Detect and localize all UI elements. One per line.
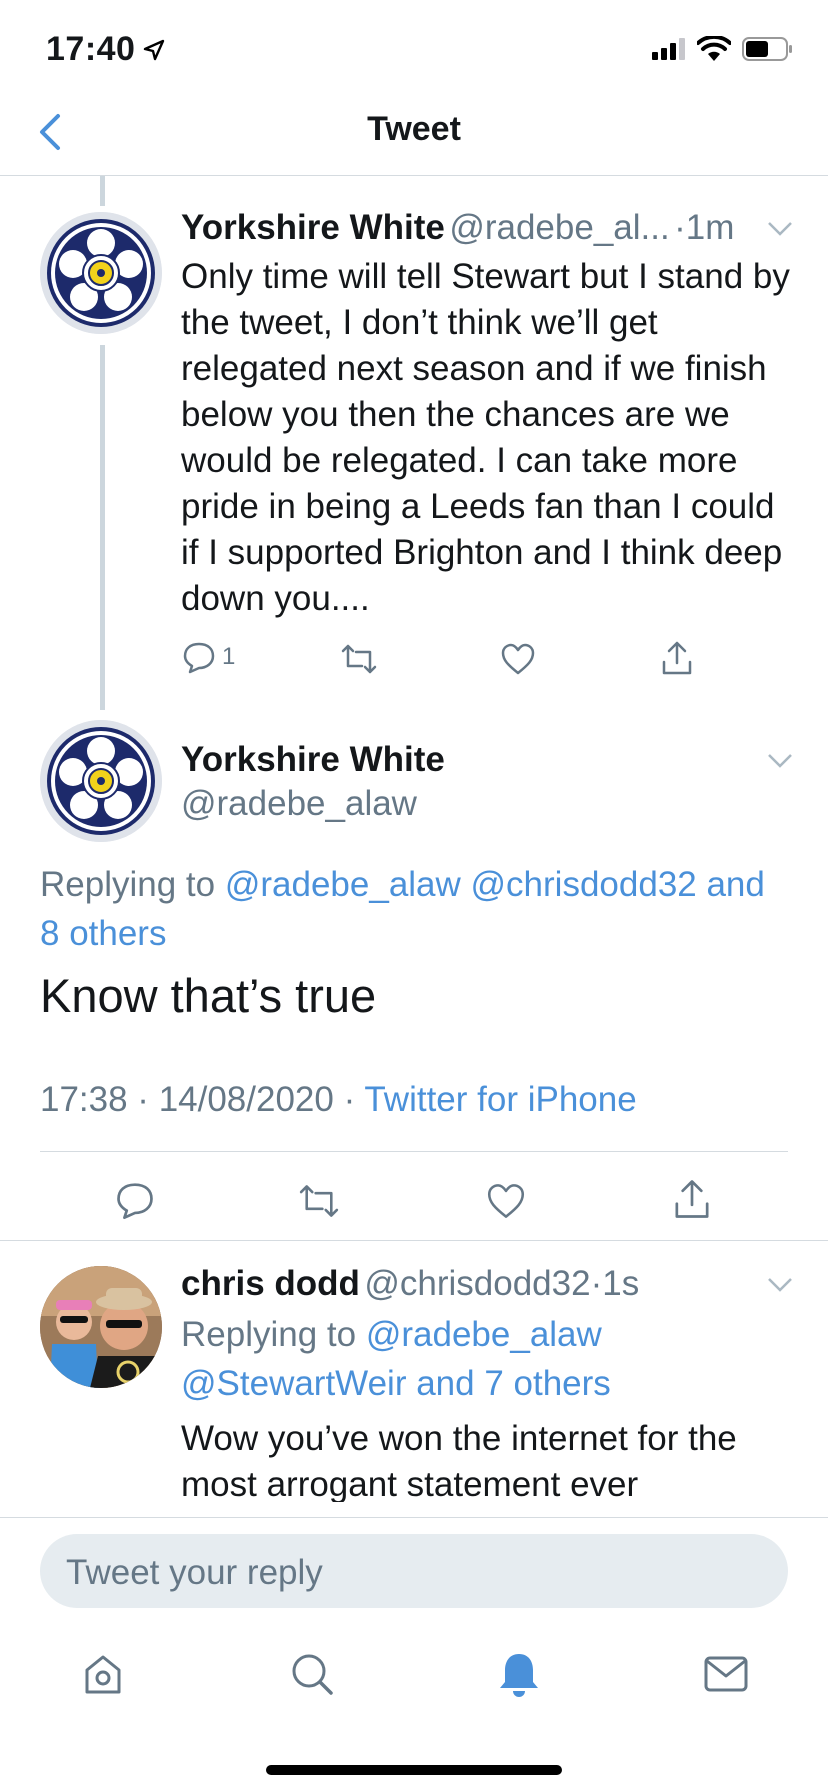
leeds-crest-icon bbox=[40, 720, 162, 842]
status-time-text: 17:40 bbox=[46, 30, 136, 68]
home-icon[interactable] bbox=[82, 1652, 124, 1696]
search-icon[interactable] bbox=[290, 1652, 334, 1696]
author-name[interactable]: chris dodd bbox=[181, 1264, 360, 1303]
tweet-timestamp: 17:38 · 14/08/2020 · bbox=[40, 1080, 356, 1119]
leeds-crest-icon bbox=[40, 212, 162, 334]
location-arrow-icon bbox=[144, 39, 165, 60]
messages-icon[interactable] bbox=[704, 1656, 748, 1692]
signal-icon bbox=[652, 38, 685, 60]
reply-button[interactable]: 1 bbox=[182, 640, 235, 674]
thread-line-top bbox=[100, 176, 105, 206]
replying-to-others[interactable]: @StewartWeir and 7 others bbox=[181, 1364, 611, 1403]
avatar[interactable] bbox=[40, 212, 162, 334]
main-tweet-text: Know that’s true bbox=[40, 969, 377, 1022]
avatar[interactable] bbox=[40, 720, 162, 842]
author-handle[interactable]: @chrisdodd32 bbox=[364, 1264, 590, 1303]
replying-to: Replying to @radebe_alaw @chrisdodd32 an… bbox=[40, 860, 800, 958]
meta-divider bbox=[40, 1151, 788, 1152]
reply-icon[interactable] bbox=[115, 1180, 155, 1220]
section-divider bbox=[0, 1240, 828, 1241]
reply-icon bbox=[183, 642, 215, 674]
home-indicator[interactable] bbox=[266, 1765, 562, 1775]
replying-to-link[interactable]: @radebe_alaw bbox=[366, 1315, 602, 1354]
replying-to-prefix: Replying to bbox=[40, 865, 216, 904]
replying-to: Replying to @radebe_alaw @StewartWeir an… bbox=[181, 1310, 791, 1408]
like-icon[interactable] bbox=[485, 1182, 527, 1220]
author-name[interactable]: Yorkshire White bbox=[181, 740, 445, 780]
like-icon[interactable] bbox=[500, 642, 536, 676]
tweet-text-line-2: most arrogant statement ever bbox=[181, 1465, 639, 1502]
page-title: Tweet bbox=[367, 110, 461, 148]
tweet-source[interactable]: Twitter for iPhone bbox=[364, 1080, 636, 1119]
reply-placeholder[interactable]: Tweet your reply bbox=[66, 1553, 323, 1593]
tweet-meta: 17:38 · 14/08/2020 · Twitter for iPhone bbox=[40, 1080, 637, 1120]
status-time: 17:40 bbox=[46, 30, 165, 69]
nav-divider bbox=[0, 175, 828, 176]
share-icon[interactable] bbox=[672, 1178, 712, 1220]
tweet-text-line-1: Wow you’ve won the internet for the bbox=[181, 1419, 737, 1458]
retweet-icon[interactable] bbox=[340, 642, 378, 676]
replying-to-link[interactable]: @radebe_alaw @chrisdodd32 and bbox=[225, 865, 765, 904]
author-handle[interactable]: @radebe_alaw bbox=[181, 784, 417, 824]
reply-count: 1 bbox=[222, 643, 236, 670]
tweet-time: ·1m bbox=[674, 208, 735, 247]
wifi-icon bbox=[697, 36, 731, 61]
author-name[interactable]: Yorkshire White bbox=[181, 208, 445, 247]
tweet-time: ·1s bbox=[590, 1264, 640, 1303]
thread-line bbox=[100, 345, 105, 710]
chevron-down-icon[interactable] bbox=[766, 220, 794, 238]
notifications-icon[interactable] bbox=[498, 1650, 540, 1698]
tweet-header: chris dodd @chrisdodd32·1s bbox=[181, 1264, 639, 1304]
replying-to-others[interactable]: 8 others bbox=[40, 914, 166, 953]
tweet-header: Yorkshire White @radebe_al... ·1m bbox=[181, 208, 734, 248]
tweet-text: Only time will tell Stewart but I stand … bbox=[181, 257, 790, 618]
chevron-down-icon[interactable] bbox=[766, 752, 794, 770]
share-icon[interactable] bbox=[660, 640, 694, 676]
replying-to-prefix: Replying to bbox=[181, 1315, 357, 1354]
profile-photo-icon bbox=[40, 1266, 162, 1388]
avatar[interactable] bbox=[40, 1266, 162, 1388]
retweet-icon[interactable] bbox=[297, 1182, 341, 1220]
author-handle[interactable]: @radebe_al... bbox=[449, 208, 669, 247]
battery-icon bbox=[742, 37, 792, 61]
chevron-down-icon[interactable] bbox=[766, 1276, 794, 1294]
